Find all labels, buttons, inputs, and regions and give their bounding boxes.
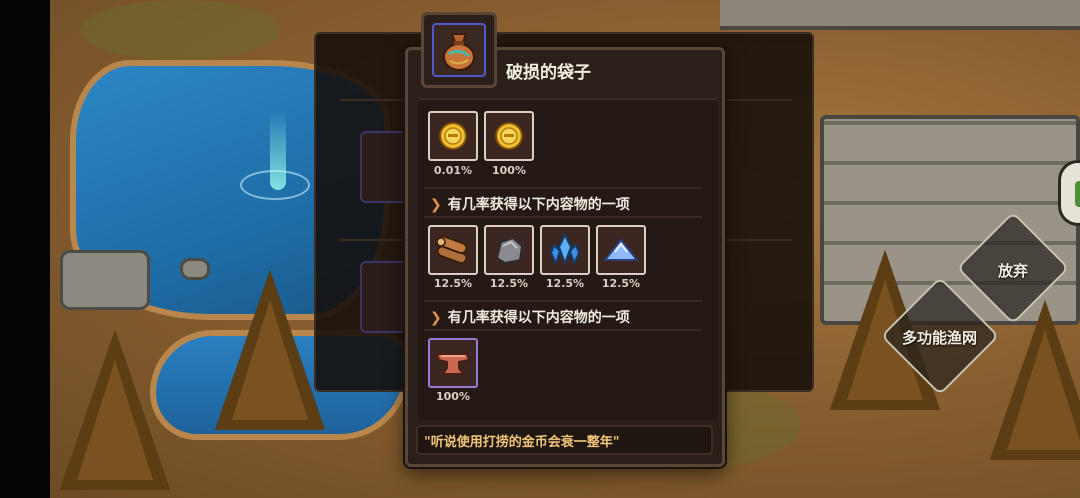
section-divider (424, 216, 702, 218)
item-title: 破损的袋子 (506, 63, 591, 83)
section-divider (424, 300, 702, 302)
reward-slot[interactable] (540, 225, 590, 275)
pine-tree (215, 270, 325, 430)
blue-powder-icon (602, 238, 640, 261)
drop-chance: 12.5% (601, 277, 641, 290)
drop-chance: 0.01% (433, 164, 473, 177)
drop-chance: 100% (436, 390, 470, 403)
multi-net-button-label: 多功能渔网 (902, 329, 978, 347)
stone-wall-top (720, 0, 1080, 30)
section-heading-text: 有几率获得以下内容物的一项 (447, 310, 630, 326)
drop-chance: 100% (492, 164, 526, 177)
drop-chance: 12.5% (489, 277, 529, 290)
item-icon-frame (421, 12, 497, 88)
boulder (60, 250, 150, 310)
blue-crystal-icon (549, 232, 581, 266)
reward-slot[interactable] (428, 338, 478, 388)
pebble (180, 258, 210, 280)
stone-ore-icon (495, 236, 524, 265)
flavor-text: "听说使用打捞的金币会衰一整年" (424, 435, 620, 450)
reward-slot[interactable] (484, 111, 534, 161)
gold-coin-icon (495, 122, 523, 150)
drop-chance: 12.5% (545, 277, 585, 290)
water-ripple (240, 170, 310, 200)
discard-button-label: 放弃 (998, 262, 1029, 280)
chevron-right-icon: ❯ (430, 310, 442, 326)
reward-slot[interactable] (596, 225, 646, 275)
screen-edge-bar (0, 0, 50, 498)
section-heading: ❯ 有几率获得以下内容物的一项 (430, 307, 630, 327)
anvil-icon (435, 353, 471, 375)
section-heading: ❯ 有几率获得以下内容物的一项 (430, 194, 630, 214)
reward-slot[interactable] (428, 225, 478, 275)
grass-patch (80, 0, 280, 60)
cloth-bag-icon (432, 23, 486, 77)
reward-slot[interactable] (484, 225, 534, 275)
wood-logs-icon (436, 235, 468, 265)
section-divider (424, 329, 702, 331)
gold-coin-icon (439, 122, 467, 150)
chevron-right-icon: ❯ (430, 197, 442, 213)
reward-slot[interactable] (428, 111, 478, 161)
pine-tree (60, 330, 170, 490)
section-heading-text: 有几率获得以下内容物的一项 (447, 197, 630, 213)
drop-chance: 12.5% (433, 277, 473, 290)
side-menu-toggle[interactable] (1058, 160, 1080, 226)
pine-tree (990, 300, 1080, 460)
section-divider (424, 187, 702, 189)
